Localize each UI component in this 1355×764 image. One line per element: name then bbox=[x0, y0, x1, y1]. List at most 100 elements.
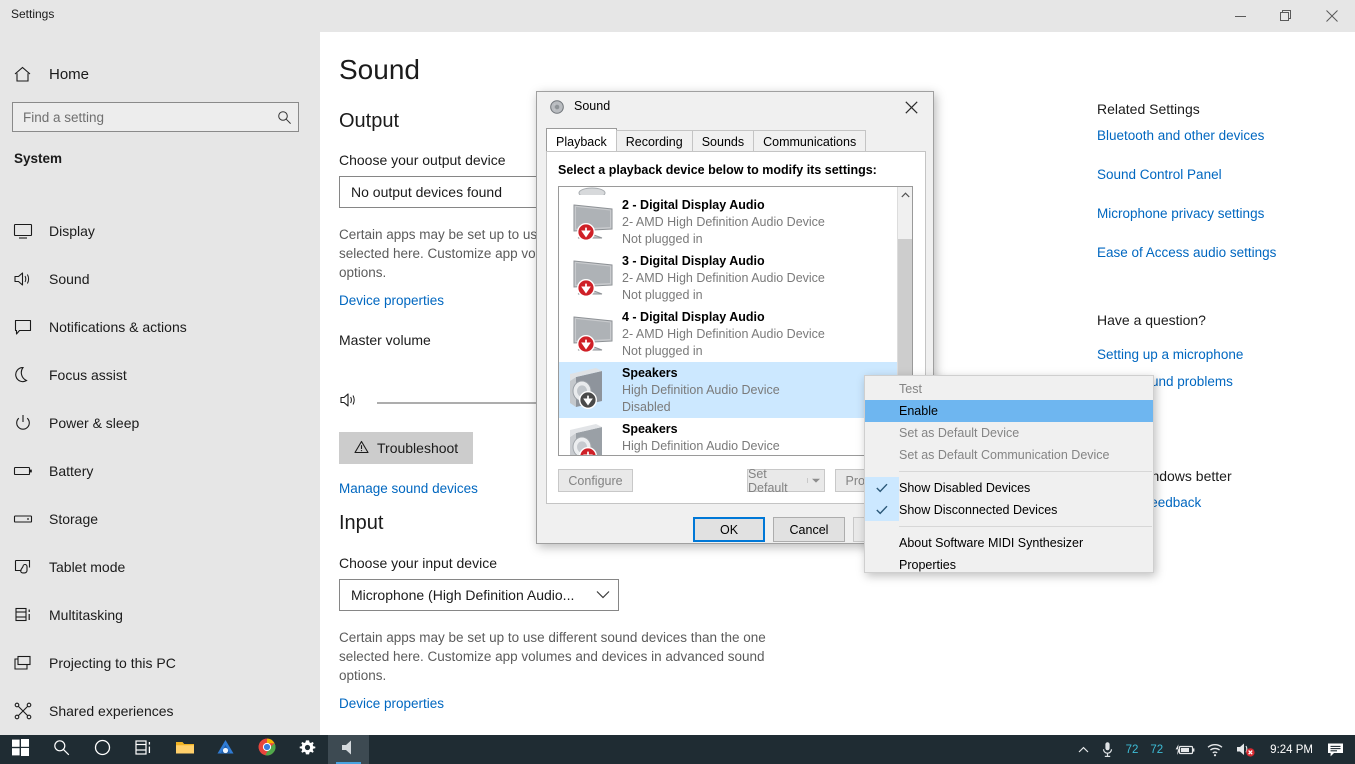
configure-button[interactable]: Configure bbox=[558, 469, 633, 492]
ok-button[interactable]: OK bbox=[693, 517, 765, 542]
speaker-muted-icon[interactable] bbox=[1230, 735, 1262, 764]
menu-item-label: Enable bbox=[865, 404, 938, 418]
sidebar-item-storage[interactable]: Storage bbox=[0, 495, 320, 543]
input-device-select[interactable]: Microphone (High Definition Audio... bbox=[339, 579, 619, 611]
sidebar-item-focus-assist[interactable]: Focus assist bbox=[0, 351, 320, 399]
related-settings-heading: Related Settings bbox=[1097, 101, 1200, 117]
dialog-close-button[interactable] bbox=[889, 92, 933, 122]
device-status: Not plugged in bbox=[622, 287, 825, 304]
link-sound-control-panel[interactable]: Sound Control Panel bbox=[1097, 167, 1222, 182]
file-explorer-button[interactable] bbox=[164, 735, 205, 764]
drive-app-button[interactable] bbox=[205, 735, 246, 764]
sidebar-item-sound[interactable]: Sound bbox=[0, 255, 320, 303]
home-label: Home bbox=[49, 66, 89, 83]
minimize-button[interactable] bbox=[1217, 0, 1263, 32]
chevron-down-icon[interactable] bbox=[807, 478, 824, 483]
sidebar-label: Focus assist bbox=[49, 367, 127, 383]
cortana-button[interactable] bbox=[82, 735, 123, 764]
sidebar-label: Display bbox=[49, 223, 95, 239]
sidebar-item-power-sleep[interactable]: Power & sleep bbox=[0, 399, 320, 447]
output-device-select[interactable]: No output devices found bbox=[339, 176, 549, 208]
tray-value-2[interactable]: 72 bbox=[1144, 735, 1169, 764]
input-device-properties-link[interactable]: Device properties bbox=[339, 696, 444, 711]
menu-item-label: Show Disconnected Devices bbox=[899, 503, 1057, 517]
tab-label: Communications bbox=[763, 135, 856, 149]
device-row[interactable]: Speakers High Definition Audio Device No… bbox=[559, 418, 897, 456]
menu-item-show-disabled-devices[interactable]: Show Disabled Devices bbox=[865, 477, 1153, 499]
search-box[interactable] bbox=[12, 102, 299, 132]
sidebar-item-tablet-mode[interactable]: Tablet mode bbox=[0, 543, 320, 591]
display-icon bbox=[13, 221, 43, 241]
link-ease-of-access-audio-settings[interactable]: Ease of Access audio settings bbox=[1097, 245, 1276, 260]
notifications-icon bbox=[13, 317, 43, 337]
sound-settings-button[interactable] bbox=[328, 735, 369, 764]
scroll-up-arrow-icon[interactable] bbox=[898, 187, 913, 203]
maximize-button[interactable] bbox=[1263, 0, 1309, 32]
menu-item-set-as-default-communication-device[interactable]: Set as Default Communication Device bbox=[865, 444, 1153, 466]
device-name: 4 - Digital Display Audio bbox=[622, 309, 825, 326]
search-input[interactable] bbox=[13, 110, 270, 125]
sidebar-item-display[interactable]: Display bbox=[0, 207, 320, 255]
device-driver: High Definition Audio Device bbox=[622, 382, 780, 399]
start-button[interactable] bbox=[0, 735, 41, 764]
menu-item-test[interactable]: Test bbox=[865, 378, 1153, 400]
output-device-properties-link[interactable]: Device properties bbox=[339, 293, 444, 308]
sidebar-item-notifications[interactable]: Notifications & actions bbox=[0, 303, 320, 351]
output-heading: Output bbox=[339, 110, 399, 133]
settings-button[interactable] bbox=[287, 735, 328, 764]
cancel-button[interactable]: Cancel bbox=[773, 517, 845, 542]
task-view-icon bbox=[135, 739, 153, 761]
input-device-label: Choose your input device bbox=[339, 555, 497, 571]
power-icon bbox=[13, 413, 43, 433]
menu-item-show-disconnected-devices[interactable]: Show Disconnected Devices bbox=[865, 499, 1153, 521]
task-view-button[interactable] bbox=[123, 735, 164, 764]
menu-item-about-software-midi-synthesizer[interactable]: About Software MIDI Synthesizer bbox=[865, 532, 1153, 554]
device-row[interactable]: 3 - Digital Display Audio 2- AMD High De… bbox=[559, 250, 897, 306]
wifi-icon[interactable] bbox=[1201, 735, 1230, 764]
menu-item-set-as-default-device[interactable]: Set as Default Device bbox=[865, 422, 1153, 444]
menu-item-label: Test bbox=[865, 382, 922, 396]
home-icon bbox=[13, 65, 43, 84]
configure-label: Configure bbox=[568, 474, 622, 488]
tab-sounds[interactable]: Sounds bbox=[692, 130, 754, 152]
tray-value-1[interactable]: 72 bbox=[1120, 735, 1145, 764]
set-default-split-button[interactable]: Set Default bbox=[747, 469, 825, 492]
sidebar-item-battery[interactable]: Battery bbox=[0, 447, 320, 495]
sidebar-label: Projecting to this PC bbox=[49, 655, 176, 671]
sidebar-item-home[interactable]: Home bbox=[0, 57, 320, 91]
sidebar-item-multitasking[interactable]: Multitasking bbox=[0, 591, 320, 639]
battery-charging-icon[interactable] bbox=[1169, 735, 1201, 764]
tab-label: Sounds bbox=[702, 135, 744, 149]
link-bluetooth-and-other-devices[interactable]: Bluetooth and other devices bbox=[1097, 128, 1264, 143]
menu-item-enable[interactable]: Enable bbox=[865, 400, 1153, 422]
check-icon bbox=[865, 477, 899, 499]
tab-playback[interactable]: Playback bbox=[546, 128, 617, 152]
chrome-button[interactable] bbox=[246, 735, 287, 764]
link-microphone-privacy-settings[interactable]: Microphone privacy settings bbox=[1097, 206, 1264, 221]
tab-recording[interactable]: Recording bbox=[616, 130, 693, 152]
device-status: Disabled bbox=[622, 399, 780, 416]
clock[interactable]: 9:24 PM bbox=[1262, 744, 1321, 756]
action-center-icon[interactable] bbox=[1321, 735, 1351, 764]
menu-item-label: Properties bbox=[865, 558, 956, 572]
tab-communications[interactable]: Communications bbox=[753, 130, 866, 152]
device-context-menu: Test Enable Set as Default Device Set as… bbox=[864, 375, 1154, 573]
sound-dialog-icon bbox=[549, 99, 565, 115]
troubleshoot-button[interactable]: Troubleshoot bbox=[339, 432, 473, 464]
playback-device-list[interactable]: 2 - Digital Display Audio 2- AMD High De… bbox=[558, 186, 913, 456]
device-row-selected[interactable]: Speakers High Definition Audio Device Di… bbox=[559, 362, 897, 418]
have-a-question-heading: Have a question? bbox=[1097, 312, 1206, 328]
sidebar-item-shared-experiences[interactable]: Shared experiences bbox=[0, 687, 320, 735]
menu-item-properties[interactable]: Properties bbox=[865, 554, 1153, 576]
search-button[interactable] bbox=[41, 735, 82, 764]
page-title: Sound bbox=[339, 54, 420, 86]
master-volume-label: Master volume bbox=[339, 332, 431, 348]
close-button[interactable] bbox=[1309, 0, 1355, 32]
device-row[interactable]: 2 - Digital Display Audio 2- AMD High De… bbox=[559, 194, 897, 250]
manage-sound-devices-link[interactable]: Manage sound devices bbox=[339, 481, 478, 496]
show-hidden-icons-button[interactable] bbox=[1072, 735, 1095, 764]
link-setting-up-a-microphone[interactable]: Setting up a microphone bbox=[1097, 347, 1243, 362]
sidebar-item-projecting[interactable]: Projecting to this PC bbox=[0, 639, 320, 687]
microphone-icon[interactable] bbox=[1095, 735, 1120, 764]
device-row[interactable]: 4 - Digital Display Audio 2- AMD High De… bbox=[559, 306, 897, 362]
